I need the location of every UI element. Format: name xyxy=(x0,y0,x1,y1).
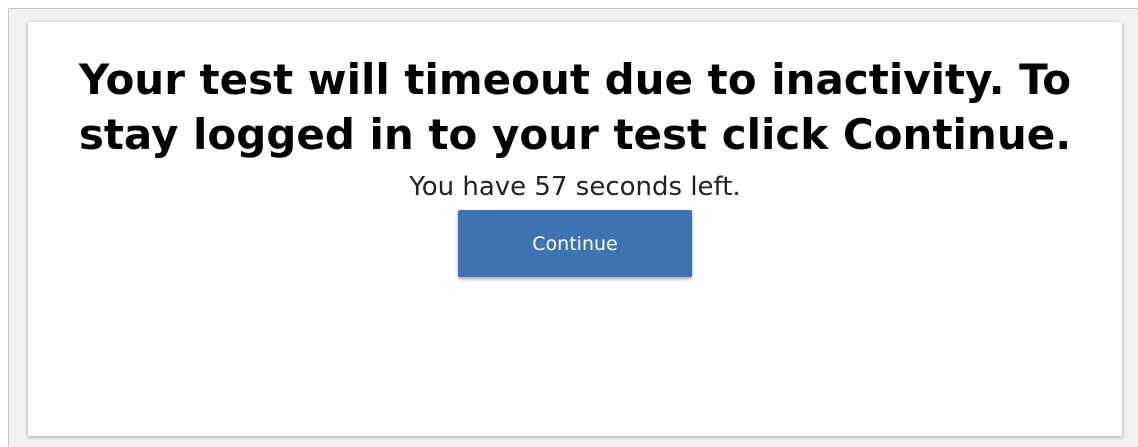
timeout-warning-headline: Your test will timeout due to inactivity… xyxy=(78,55,1072,159)
timeout-dialog: Your test will timeout due to inactivity… xyxy=(28,22,1122,436)
countdown-text: You have 57 seconds left. xyxy=(409,172,741,202)
page-frame: Your test will timeout due to inactivity… xyxy=(8,8,1138,447)
continue-button[interactable]: Continue xyxy=(458,210,692,277)
